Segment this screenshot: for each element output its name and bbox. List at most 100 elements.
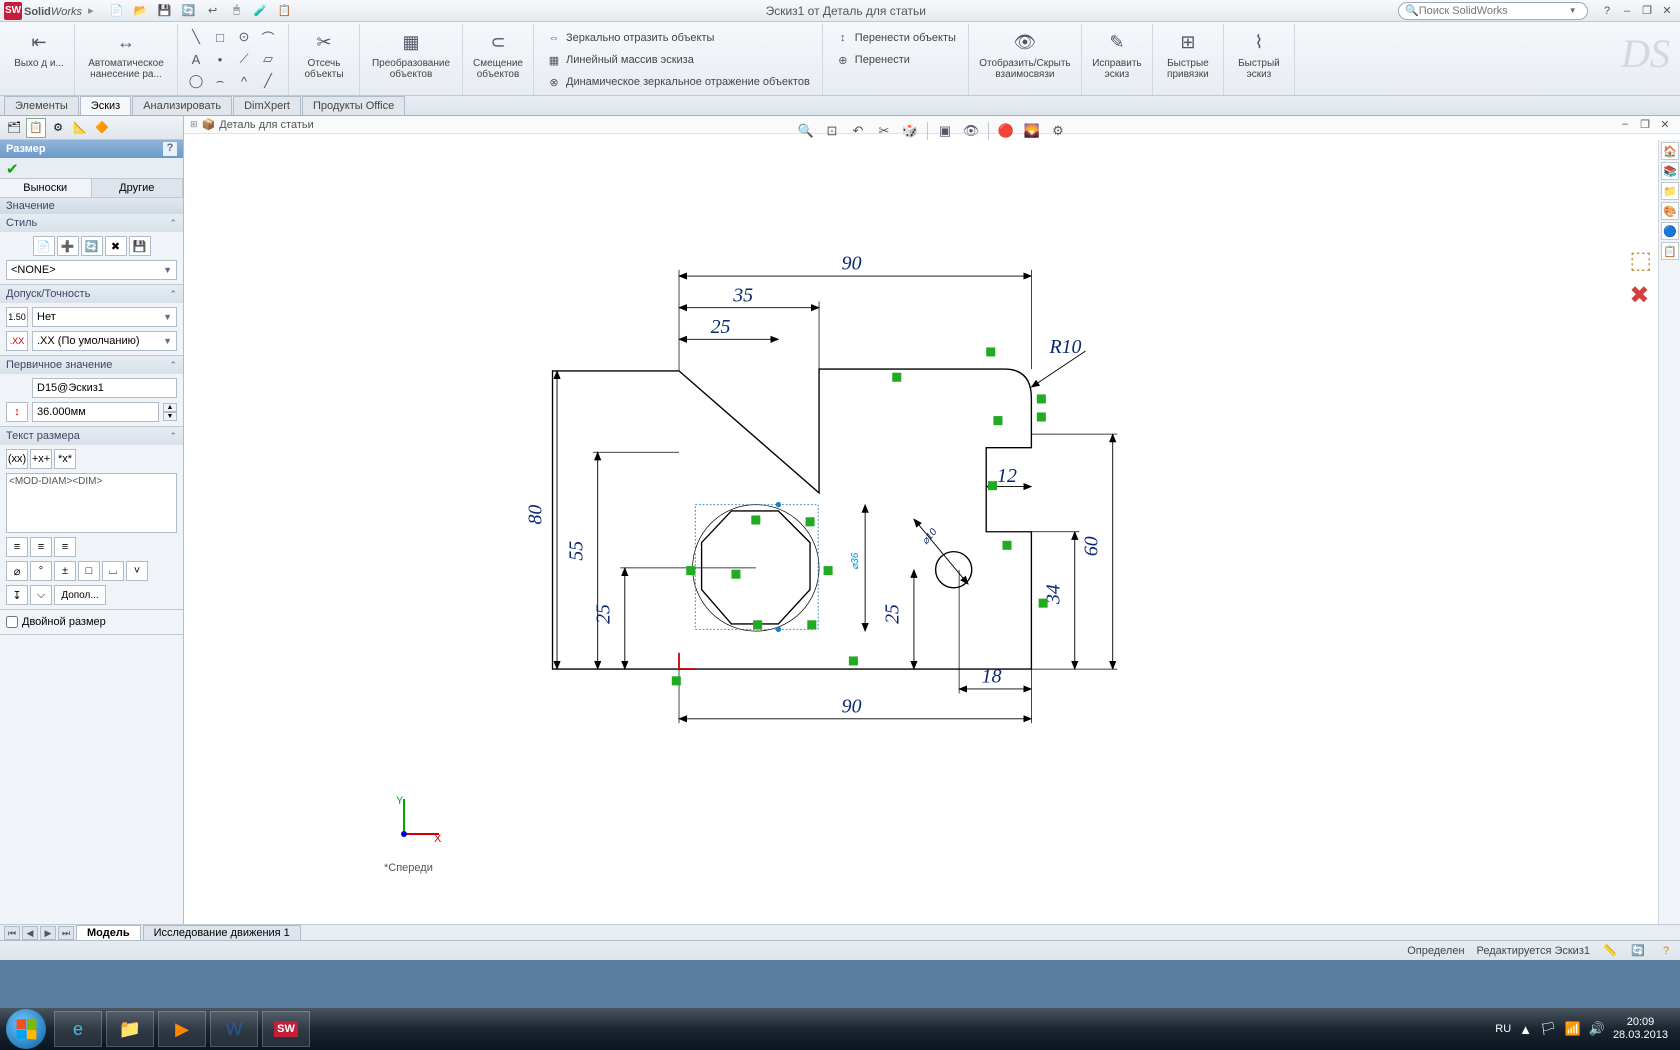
zoom-area-icon[interactable]: ⊡ [821,120,843,142]
tb-solidworks-icon[interactable]: SW [262,1011,310,1047]
close-button[interactable]: ✕ [1658,3,1676,19]
offset-button[interactable]: ⊂ Смещение объектов [469,26,527,93]
app-menu-arrow-icon[interactable]: ▸ [82,4,100,17]
justify-right-button[interactable]: ≡ [54,537,76,557]
tb-explorer-icon[interactable]: 📁 [106,1011,154,1047]
tree-expand-icon[interactable]: ⊞ [190,119,198,130]
tray-network-icon[interactable]: 📶 [1565,1021,1581,1037]
tab-evaluate[interactable]: Анализировать [132,96,232,115]
appearance-icon[interactable]: 🔴 [995,120,1017,142]
sect-tolerance-header[interactable]: Допуск/Точность⌃ [0,285,183,303]
sym-diameter-button[interactable]: ⌀ [6,561,28,581]
sym-csink-button[interactable]: ⌵ [30,585,52,605]
justify-left-button[interactable]: ≡ [6,537,28,557]
text-left-button[interactable]: (xx) [6,449,28,469]
scroll-first-button[interactable]: ⏮ [4,926,20,940]
graphics-area[interactable]: ⊞ 📦 Деталь для статьи – ❐ ✕ 🔍 ⊡ ↶ ✂ 🎲 ▣ … [184,116,1680,924]
style-save-button[interactable]: 💾 [129,236,151,256]
pm-ok-button[interactable]: ✔ [6,161,19,178]
pm-dimxpert-icon[interactable]: 📐 [70,118,90,138]
rect-tool[interactable]: □ [210,28,230,46]
mdi-close-button[interactable]: ✕ [1656,118,1674,134]
dim-text-area[interactable]: <MOD-DIAM><DIM> [6,473,177,533]
tab-motion-study[interactable]: Исследование движения 1 [143,925,301,941]
qat-undo-icon[interactable]: ↩ [204,2,222,20]
ellipse-tool[interactable]: ◯ [186,72,206,90]
status-unit-icon[interactable]: 📏 [1602,943,1618,959]
style-apply-button[interactable]: 📄 [33,236,55,256]
view-orient-icon[interactable]: 🎲 [899,120,921,142]
minimize-button[interactable]: – [1618,3,1636,19]
sym-degree-button[interactable]: ° [30,561,52,581]
pm-feature-tree-icon[interactable]: 🗂 [4,118,24,138]
mdi-min-button[interactable]: – [1616,118,1634,134]
justify-center-button[interactable]: ≡ [30,537,52,557]
tab-sketch[interactable]: Эскиз [80,96,131,115]
subtab-leaders[interactable]: Выноски [0,179,92,197]
pm-help-button[interactable]: ? [163,142,177,156]
more-symbols-button[interactable]: Допол... [54,585,106,605]
trim-button[interactable]: ✂ Отсечь объекты [295,26,353,93]
tab-office[interactable]: Продукты Office [302,96,405,115]
style-update-button[interactable]: 🔄 [81,236,103,256]
text-right-button[interactable]: *x* [54,449,76,469]
dim-name-field[interactable]: D15@Эскиз1 [32,378,177,398]
sym-depth-button[interactable]: ↧ [6,585,28,605]
spline-tool[interactable]: ⟋ [234,50,254,68]
qat-rebuild-icon[interactable]: 🧪 [252,2,270,20]
scroll-next-button[interactable]: ▶ [40,926,56,940]
polygon-tool[interactable]: ^ [234,72,254,90]
mdi-max-button[interactable]: ❐ [1636,118,1654,134]
qat-save-icon[interactable]: 💾 [156,2,174,20]
section-view-icon[interactable]: ✂ [873,120,895,142]
tol-type-dropdown[interactable]: Нет▼ [32,307,177,327]
tb-ie-icon[interactable]: e [54,1011,102,1047]
dynamic-mirror-button[interactable]: ⊗Динамическое зеркальное отражение объек… [542,72,814,92]
quick-snaps-button[interactable]: ⊞ Быстрые привязки [1159,26,1217,93]
sym-more-button[interactable]: ˅ [126,561,148,581]
linear-pattern-button[interactable]: ▦Линейный массив эскиза [542,50,814,70]
tray-up-icon[interactable]: ▲ [1519,1022,1532,1037]
search-dropdown-icon[interactable]: ▼ [1569,6,1577,15]
transfer-button[interactable]: ⊕Перенести [831,50,960,70]
zoom-fit-icon[interactable]: 🔍 [795,120,817,142]
status-rebuild-icon[interactable]: 🔄 [1630,943,1646,959]
style-add-button[interactable]: ➕ [57,236,79,256]
dim-value-spinner[interactable]: ▲▼ [163,403,177,421]
tray-volume-icon[interactable]: 🔊 [1589,1021,1605,1037]
text-tool[interactable]: A [186,50,206,68]
point-tool[interactable]: • [210,50,230,68]
circle-tool[interactable]: ⊙ [234,28,254,46]
dim-value-field[interactable]: 36.000мм [32,402,159,422]
qat-open-icon[interactable]: 📂 [132,2,150,20]
sym-square-button[interactable]: □ [78,561,100,581]
pm-display-icon[interactable]: 🔶 [92,118,112,138]
repair-sketch-button[interactable]: ✎ Исправить эскиз [1088,26,1146,93]
view-settings-icon[interactable]: ⚙ [1047,120,1069,142]
tb-word-icon[interactable]: W [210,1011,258,1047]
tray-flag-icon[interactable]: 🏳 [1540,1021,1557,1037]
fillet-tool[interactable]: ⌢ [210,72,230,90]
chamfer-tool[interactable]: ╱ [258,72,278,90]
search-box[interactable]: 🔍 ▼ [1398,2,1588,20]
sym-cbore-button[interactable]: ⌴ [102,561,124,581]
dual-dim-checkbox[interactable]: Двойной размер [6,614,177,630]
tab-dimxpert[interactable]: DimXpert [233,96,301,115]
status-help-icon[interactable]: ? [1658,943,1674,959]
qat-refresh-icon[interactable]: 🔄 [180,2,198,20]
subtab-other[interactable]: Другие [92,179,184,197]
pm-property-icon[interactable]: 📋 [26,118,46,138]
qat-options-icon[interactable]: 📋 [276,2,294,20]
scroll-prev-button[interactable]: ◀ [22,926,38,940]
auto-dimension-button[interactable]: ↔ Автоматическое нанесение ра... [81,26,171,93]
move-button[interactable]: ↕Перенести объекты [831,28,960,48]
exit-sketch-button[interactable]: ⇤ Выхо д и... [10,26,68,93]
pm-config-icon[interactable]: ⚙ [48,118,68,138]
rapid-sketch-button[interactable]: ⌇ Быстрый эскиз [1230,26,1288,93]
text-center-button[interactable]: +x+ [30,449,52,469]
arc-tool[interactable]: ⌒ [258,28,278,46]
style-delete-button[interactable]: ✖ [105,236,127,256]
sect-primary-header[interactable]: Первичное значение⌃ [0,356,183,374]
convert-button[interactable]: ▦ Преобразование объектов [366,26,456,93]
show-relations-button[interactable]: 👁 Отобразить/Скрыть взаимосвязи [975,26,1075,93]
